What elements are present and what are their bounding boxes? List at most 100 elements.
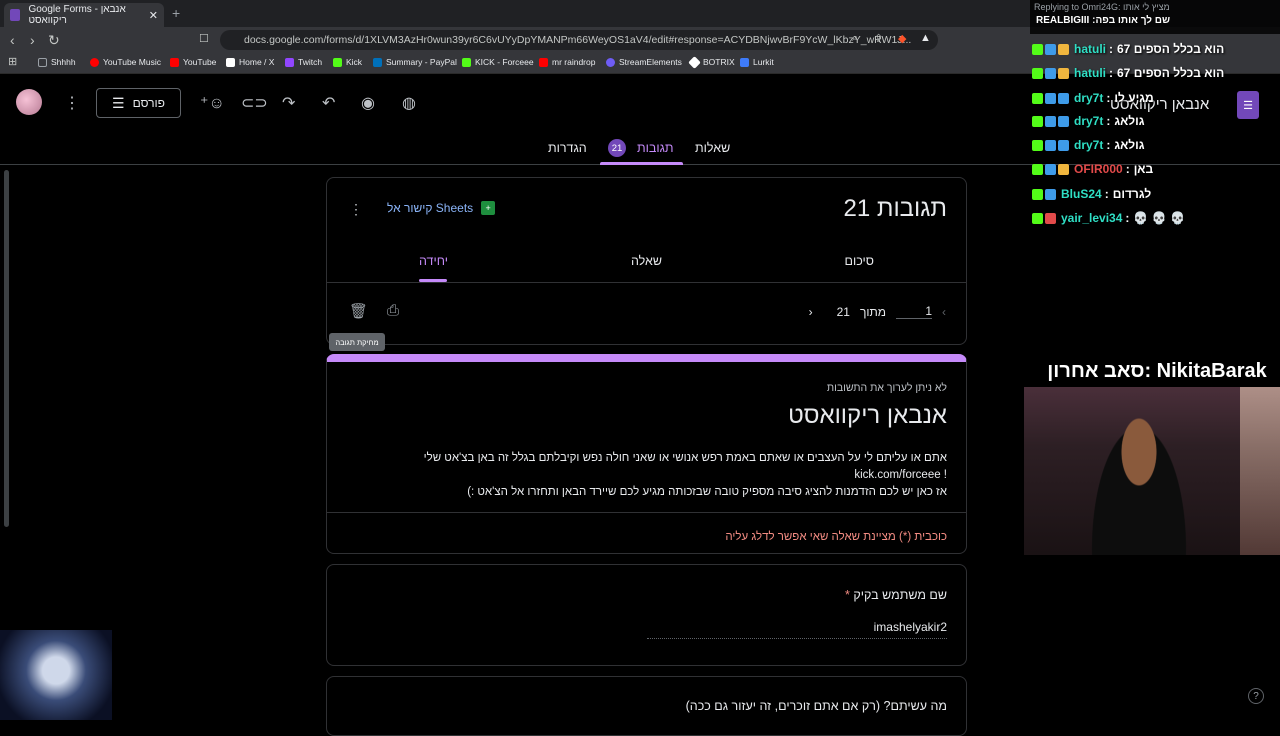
sub-badge-icon: [1058, 115, 1069, 127]
sub-badge-icon: [1045, 188, 1056, 200]
zoom-icon[interactable]: ⌕: [852, 32, 858, 45]
replying-to-text: Replying to Omri24G: מציץ לי אותו: [1034, 2, 1170, 12]
chat-message: dry7t: גולאג: [1032, 136, 1145, 154]
paypal-icon: [373, 57, 382, 67]
kick-icon: [333, 57, 342, 67]
publish-button[interactable]: ☰ פורסם: [96, 88, 181, 118]
question-card: שם משתמש בקיק * imashelyakir2: [326, 564, 967, 666]
sub-badge-icon: [1045, 139, 1056, 151]
bookmark-icon[interactable]: ☐: [199, 32, 209, 45]
chat-message: hatuli: הוא בכלל הספים 67: [1032, 40, 1224, 58]
prev-response-icon[interactable]: ›: [942, 305, 946, 319]
new-tab-button[interactable]: +: [172, 5, 180, 21]
active-tab-indicator: [600, 162, 683, 165]
bookmark-item[interactable]: mr raindrop: [539, 57, 595, 67]
responses-card: 21 תגובות קישור אל Sheets + ⋮ סיכום שאלה…: [326, 177, 967, 351]
cannot-edit-notice: לא ניתן לערוך את התשובות: [826, 382, 947, 394]
add-collaborator-icon[interactable]: ⁺☺: [200, 93, 225, 113]
tab-settings[interactable]: הגדרות: [548, 141, 587, 155]
bookmark-item[interactable]: StreamElements: [606, 57, 682, 67]
kick-badge-icon: [1032, 139, 1043, 151]
redo-icon[interactable]: ↷: [282, 93, 295, 113]
streamer-figure: [1084, 407, 1194, 555]
chat-message: dry7t: מגיע לו: [1032, 89, 1154, 107]
folder-icon: [38, 57, 47, 67]
tab-title: Google Forms - אנבאן ריקוואסט: [28, 4, 126, 26]
kick-icon: [462, 57, 471, 67]
streamelements-icon: [606, 57, 615, 67]
chat-username: dry7t: [1074, 91, 1104, 105]
scrollbar[interactable]: [4, 170, 9, 527]
settings-sliders-icon: ☰: [112, 94, 125, 111]
reply-message: שם לך אותו בפה: REALBIGIII: [1036, 15, 1171, 26]
tooltip: מחיקת תגובה: [329, 333, 385, 351]
form-title: אנבאן ריקוואסט: [788, 402, 947, 429]
chat-username: OFIR000: [1074, 162, 1123, 176]
undo-icon[interactable]: ↶: [322, 93, 335, 113]
google-forms-icon[interactable]: ☰: [1237, 91, 1259, 119]
print-icon[interactable]: ⎙: [387, 302, 399, 319]
link-icon[interactable]: ⊂⊃: [241, 93, 268, 113]
bookmark-item[interactable]: BOTRIX: [688, 55, 735, 69]
subtab-question[interactable]: שאלה: [631, 254, 662, 268]
more-options-icon[interactable]: ⋮: [349, 201, 363, 218]
bookmark-item[interactable]: Home / X: [226, 57, 274, 67]
preview-eye-icon[interactable]: ◉: [361, 93, 375, 113]
link-to-sheets-button[interactable]: קישור אל Sheets +: [387, 201, 496, 215]
brave-rewards-icon[interactable]: ▲: [920, 32, 931, 44]
sub-badge-icon: [1058, 139, 1069, 151]
more-options-icon[interactable]: ⋮: [64, 93, 80, 113]
chat-text: הוא בכלל הספים 67: [1117, 66, 1225, 80]
twitch-icon: [285, 57, 294, 67]
sub-badge-icon: [1045, 115, 1056, 127]
forward-icon[interactable]: ›: [30, 32, 35, 48]
tab-questions[interactable]: שאלות: [695, 141, 730, 155]
sub-badge-icon: [1045, 92, 1056, 104]
response-pager: › 1 מתוך 21 ‹: [809, 304, 946, 319]
help-icon[interactable]: ?: [1248, 688, 1264, 704]
tab-responses[interactable]: תגובות: [637, 141, 674, 155]
responses-count-title: 21 תגובות: [843, 195, 947, 222]
back-icon[interactable]: ‹: [10, 32, 15, 48]
chat-username: hatuli: [1074, 42, 1106, 56]
botrix-icon: [688, 55, 701, 69]
sheets-icon: +: [481, 201, 496, 215]
bookmark-item[interactable]: YouTube: [170, 57, 216, 67]
browser-tab[interactable]: Google Forms - אנבאן ריקוואסט ✕: [4, 3, 164, 27]
close-tab-icon[interactable]: ✕: [149, 9, 158, 22]
chat-text: מגיע לו: [1114, 91, 1154, 105]
address-bar[interactable]: docs.google.com/forms/d/1XLVM3AzHr0wun39…: [220, 30, 938, 50]
pager-total: 21: [836, 304, 850, 319]
divider: [327, 282, 966, 283]
response-number-input[interactable]: 1: [896, 304, 932, 319]
required-star: *: [845, 588, 850, 602]
gift-badge-icon: [1058, 43, 1069, 55]
kick-badge-icon: [1032, 163, 1043, 175]
bookmark-item[interactable]: YouTube Music: [90, 57, 161, 67]
bookmark-item[interactable]: Summary - PayPal: [373, 57, 457, 67]
bookmark-item[interactable]: Twitch: [285, 57, 322, 67]
chat-username: dry7t: [1074, 114, 1104, 128]
youtube-icon: [539, 57, 548, 67]
reload-icon[interactable]: ↻: [48, 32, 60, 49]
apps-grid-icon[interactable]: ⊞: [8, 55, 17, 68]
bookmark-item[interactable]: Shhhh: [38, 57, 76, 67]
brave-shield-icon[interactable]: ◆: [898, 32, 906, 45]
share-icon[interactable]: ⇪: [874, 32, 883, 45]
bookmark-item[interactable]: KICK - Forceee: [462, 57, 534, 67]
avatar[interactable]: [16, 89, 42, 115]
subtab-individual[interactable]: יחידה: [419, 254, 448, 268]
bookmark-item[interactable]: Lurkit: [740, 57, 774, 67]
divider: [327, 512, 966, 513]
next-response-icon[interactable]: ‹: [809, 305, 813, 319]
crown-badge-icon: [1058, 163, 1069, 175]
bookmark-item[interactable]: Kick: [333, 57, 362, 67]
chat-message: yair_levi34: 💀 💀 💀: [1032, 209, 1185, 227]
kick-badge-icon: [1032, 115, 1043, 127]
youtube-music-icon: [90, 57, 99, 67]
delete-response-icon[interactable]: 🗑: [349, 302, 368, 320]
chat-text: באן: [1133, 162, 1154, 176]
sub-badge-icon: [1045, 43, 1056, 55]
subtab-summary[interactable]: סיכום: [845, 254, 874, 268]
palette-icon[interactable]: ◍: [402, 93, 416, 113]
